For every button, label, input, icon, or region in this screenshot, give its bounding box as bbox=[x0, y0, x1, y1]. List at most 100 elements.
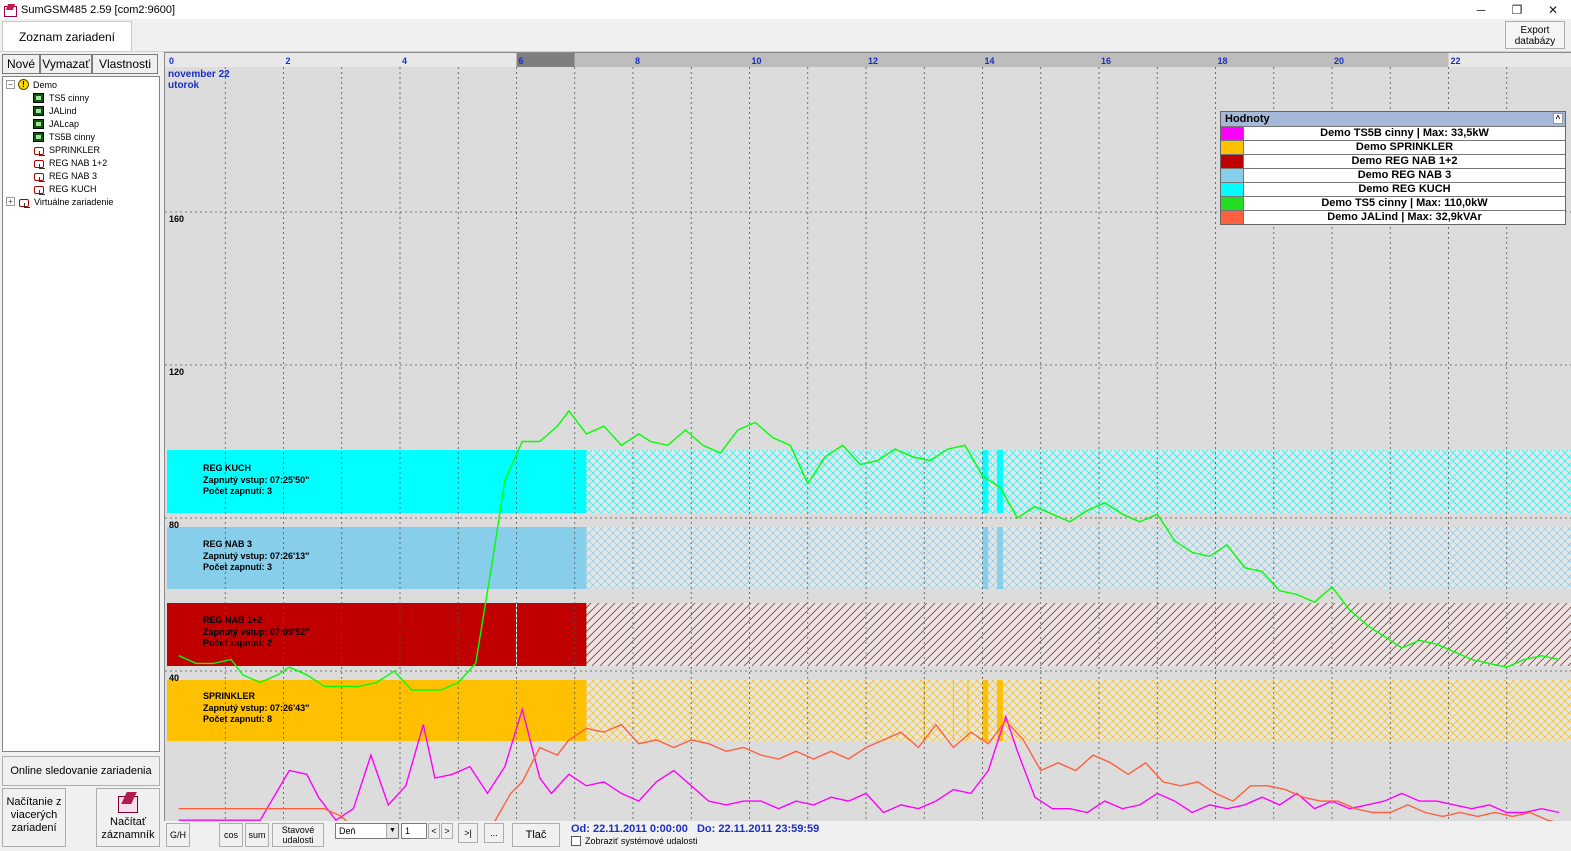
expand-icon[interactable]: + bbox=[6, 197, 15, 206]
legend-label: Demo TS5 cinny | Max: 110,0kW bbox=[1243, 197, 1565, 210]
tree-item-device[interactable]: TS5B cinny bbox=[33, 130, 95, 143]
multi-label-line1: Načítanie z bbox=[6, 796, 62, 808]
period-count-field[interactable]: 1 bbox=[401, 823, 427, 839]
legend-title: Hodnoty bbox=[1225, 113, 1270, 125]
tree-item-label: TS5 cinny bbox=[49, 92, 90, 103]
legend-swatch bbox=[1221, 127, 1243, 140]
legend-swatch bbox=[1221, 197, 1243, 210]
x-tick-label: 6 bbox=[519, 56, 524, 66]
system-events-toggle[interactable]: Zobraziť systémové udalosti bbox=[571, 836, 697, 846]
left-panel: Nové Vymazať Vlastnosti − ! Demo TS5 cin… bbox=[0, 52, 162, 851]
y-tick-label: 160 bbox=[169, 214, 184, 224]
chart-area[interactable]: 0 2 4 6 8 10 12 14 16 18 20 22 november 22 utorok 40 80… bbox=[164, 52, 1571, 822]
tree-item-device[interactable]: SPRINKLER bbox=[33, 143, 100, 156]
x-tick-label: 20 bbox=[1334, 56, 1344, 66]
properties-button[interactable]: Vlastnosti bbox=[92, 54, 158, 74]
go-to-end-button[interactable]: >| bbox=[458, 823, 478, 843]
state-band-on bbox=[982, 527, 989, 589]
status-label-line2: udalosti bbox=[282, 835, 314, 845]
band-closed: Zapnutý vstup: 07:26'43" bbox=[203, 702, 310, 713]
legend-row[interactable]: Demo REG KUCH bbox=[1221, 182, 1565, 196]
legend-row[interactable]: Demo TS5 cinny | Max: 110,0kW bbox=[1221, 196, 1565, 210]
legend-label: Demo REG KUCH bbox=[1243, 183, 1565, 196]
legend-row[interactable]: Demo JALind | Max: 32,9kVAr bbox=[1221, 210, 1565, 224]
gh-button[interactable]: G/H bbox=[166, 823, 190, 847]
tree-item-device[interactable]: JALcap bbox=[33, 117, 79, 130]
legend-row[interactable]: Demo REG NAB 1+2 bbox=[1221, 154, 1565, 168]
tree-item-device[interactable]: REG NAB 1+2 bbox=[33, 156, 107, 169]
legend-row[interactable]: Demo REG NAB 3 bbox=[1221, 168, 1565, 182]
tree-label-virtual: Virtuálne zariadenie bbox=[34, 196, 114, 207]
prev-button[interactable]: < bbox=[428, 823, 440, 839]
state-band-on bbox=[997, 450, 1003, 513]
legend-row[interactable]: Demo SPRINKLER bbox=[1221, 140, 1565, 154]
x-tick-label: 12 bbox=[868, 56, 878, 66]
legend-collapse-icon[interactable]: ^ bbox=[1553, 113, 1563, 124]
more-button[interactable]: ... bbox=[484, 823, 504, 843]
status-events-button[interactable]: Stavové udalosti bbox=[272, 823, 324, 847]
tab-device-list[interactable]: Zoznam zariadení bbox=[2, 21, 132, 51]
tree-item-device[interactable]: REG NAB 3 bbox=[33, 169, 97, 182]
tree-item-label: JALind bbox=[49, 105, 77, 116]
state-band-label: REG KUCH Zapnutý vstup: 07:25'50" Počet za… bbox=[203, 463, 309, 498]
meter-icon bbox=[33, 105, 44, 116]
legend-swatch bbox=[1221, 155, 1243, 168]
load-recorder-button[interactable]: Načítať záznamník bbox=[96, 788, 160, 847]
legend-label: Demo JALind | Max: 32,9kVAr bbox=[1243, 211, 1565, 224]
date-to: Do: 22.11.2011 23:59:59 bbox=[696, 823, 820, 835]
export-label-line1: Export bbox=[1520, 25, 1550, 36]
band-count: Počet zapnutí: 8 bbox=[203, 714, 273, 724]
time-header-dark bbox=[516, 53, 575, 67]
tree-item-device[interactable]: TS5 cinny bbox=[33, 91, 89, 104]
record-label-line2: záznamník bbox=[101, 829, 155, 841]
device-tree[interactable]: − ! Demo TS5 cinny JALind JALcap TS5B cinny… bbox=[2, 76, 160, 752]
chevron-down-icon[interactable]: ▼ bbox=[386, 824, 398, 838]
legend-label: Demo SPRINKLER bbox=[1243, 141, 1565, 154]
period-select[interactable]: Deň ▼ bbox=[335, 823, 399, 839]
header-date-line1: november 22 bbox=[168, 69, 230, 80]
legend-panel[interactable]: Hodnoty ^ Demo TS5B cinny | Max: 33,5kW D… bbox=[1220, 111, 1566, 225]
minimize-button[interactable]: ─ bbox=[1463, 0, 1499, 19]
plug-icon bbox=[33, 170, 45, 182]
app-icon bbox=[3, 3, 17, 17]
tree-item-label: TS5B cinny bbox=[49, 131, 96, 142]
sum-button[interactable]: sum bbox=[245, 823, 269, 847]
system-events-checkbox[interactable] bbox=[571, 836, 581, 846]
next-button[interactable]: > bbox=[441, 823, 453, 839]
legend-swatch bbox=[1221, 211, 1243, 224]
print-button[interactable]: Tlač bbox=[512, 823, 560, 847]
date-range: Od: 22.11.2011 0:00:00 Do: 22.11.2011 23… bbox=[571, 823, 819, 835]
new-button[interactable]: Nové bbox=[2, 54, 40, 74]
toolbar: Zoznam zariadení Export databázy bbox=[0, 19, 1571, 52]
legend-swatch bbox=[1221, 183, 1243, 196]
x-tick-label: 10 bbox=[752, 56, 762, 66]
tree-item-device[interactable]: JALind bbox=[33, 104, 77, 117]
export-database-button[interactable]: Export databázy bbox=[1505, 21, 1565, 49]
plug-icon bbox=[33, 157, 45, 169]
tree-item-device[interactable]: REG KUCH bbox=[33, 182, 97, 195]
online-monitoring-button[interactable]: Online sledovanie zariadenia bbox=[2, 756, 160, 786]
close-button[interactable]: ✕ bbox=[1535, 0, 1571, 19]
legend-swatch bbox=[1221, 141, 1243, 154]
state-band-label: REG NAB 1+2 Zapnutý vstup: 07:09'52" Počet… bbox=[203, 615, 309, 650]
window-title: SumGSM485 2.59 [com2:9600] bbox=[21, 3, 176, 16]
x-tick-label: 8 bbox=[635, 56, 640, 66]
tree-item-virtual-device[interactable]: + Virtuálne zariadenie bbox=[6, 195, 113, 208]
plug-icon bbox=[33, 183, 45, 195]
tree-item-label: JALcap bbox=[49, 118, 80, 129]
tree-item-demo[interactable]: − ! Demo bbox=[6, 78, 57, 91]
legend-row[interactable]: Demo TS5B cinny | Max: 33,5kW bbox=[1221, 126, 1565, 140]
record-label-line1: Načítať bbox=[110, 816, 146, 828]
band-count: Počet zapnutí: 2 bbox=[203, 638, 273, 648]
cos-button[interactable]: cos bbox=[219, 823, 243, 847]
restore-button[interactable]: ❐ bbox=[1499, 0, 1535, 19]
legend-swatch bbox=[1221, 169, 1243, 182]
system-events-label: Zobraziť systémové udalosti bbox=[585, 836, 698, 846]
load-multiple-devices-button[interactable]: Načítanie z viacerých zariadení bbox=[2, 788, 66, 847]
delete-button[interactable]: Vymazať bbox=[40, 54, 92, 74]
meter-icon bbox=[33, 118, 44, 129]
tree-label-demo: Demo bbox=[33, 79, 58, 90]
legend-label: Demo REG NAB 1+2 bbox=[1243, 155, 1565, 168]
collapse-icon[interactable]: − bbox=[6, 80, 15, 89]
state-band-on bbox=[982, 680, 989, 741]
